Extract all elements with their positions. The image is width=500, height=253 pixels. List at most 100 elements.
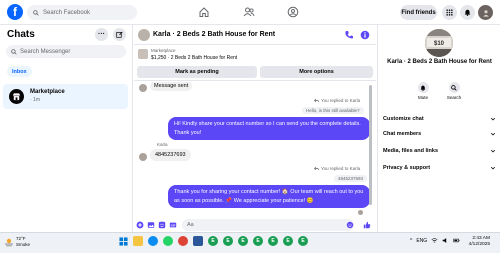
menu-grid-button[interactable] — [442, 5, 457, 20]
plus-circle-icon[interactable] — [136, 221, 144, 229]
bell-icon — [417, 82, 429, 93]
search-icon — [448, 82, 460, 93]
weather-widget[interactable]: 72°F Smoke — [4, 236, 30, 248]
reply-arrow-icon — [314, 98, 319, 103]
mute-action[interactable]: Mute — [408, 82, 438, 100]
contact-avatar-small — [139, 84, 147, 92]
chrome-icon[interactable] — [178, 236, 188, 246]
reply-indicator: You replied to Karla — [314, 166, 360, 171]
chevron-down-icon — [490, 117, 496, 121]
message-thread: Message sent You replied to Karla Hello,… — [134, 82, 376, 218]
gif-icon[interactable]: GIF — [169, 221, 177, 229]
windows-taskbar: 72°F Smoke E E E E E E E ^ ENG 2:43 AM 4… — [0, 232, 500, 253]
emoji-icon[interactable] — [346, 221, 354, 229]
clock-date: 4/12/2025 — [468, 242, 490, 248]
thumbs-up-icon[interactable] — [363, 221, 371, 229]
row-label: Customize chat — [383, 116, 424, 122]
grid-icon — [446, 9, 453, 16]
incoming-message[interactable]: Message sent — [150, 82, 193, 91]
incoming-message[interactable]: 4845237693 — [150, 149, 191, 161]
outgoing-message[interactable]: Thank you for sharing your contact numbe… — [168, 185, 370, 209]
facebook-search-input[interactable]: Search Facebook — [27, 5, 137, 20]
svg-text:GIF: GIF — [171, 223, 176, 227]
search-icon — [33, 9, 39, 16]
more-options-button[interactable]: More options — [260, 66, 373, 78]
search-label: Search — [446, 95, 462, 100]
language-indicator[interactable]: ENG — [416, 238, 427, 244]
edge-profile-icon-1[interactable]: E — [208, 236, 218, 246]
row-label: Privacy & support — [383, 165, 431, 171]
seen-indicator-avatar — [358, 210, 363, 215]
conversation-title[interactable]: Karla · 2 Beds 2 Bath House for Rent — [153, 31, 275, 38]
info-icon[interactable] — [360, 30, 370, 40]
outgoing-message[interactable]: Hi! Kindly share your contact number so … — [168, 117, 370, 141]
new-message-button[interactable] — [113, 28, 126, 41]
row-label: Media, files and links — [383, 148, 439, 154]
chat-options-button[interactable]: ··· — [95, 28, 108, 41]
contact-name: Karla · 2 Beds 2 Bath House for Rent — [387, 59, 492, 65]
contact-avatar[interactable] — [138, 29, 150, 41]
profile-avatar-button[interactable] — [478, 5, 493, 20]
more-dots-icon: ··· — [98, 31, 105, 38]
inbox-tab[interactable]: Inbox — [7, 66, 32, 77]
contact-large-avatar[interactable]: $10 — [425, 29, 453, 57]
thread-scrollbar[interactable] — [369, 85, 372, 205]
store-icon — [9, 89, 24, 104]
media-files-links-row[interactable]: Media, files and links — [383, 145, 496, 157]
weather-desc: Smoke — [16, 241, 31, 247]
avatar-price-text: $10 — [434, 41, 445, 47]
chats-title: Chats — [7, 29, 35, 40]
message-input[interactable]: Aa — [182, 219, 354, 231]
wifi-icon[interactable] — [431, 237, 438, 244]
quoted-message[interactable]: 4845237693 — [334, 175, 368, 182]
chat-timestamp: · 1m — [30, 97, 40, 103]
chat-members-row[interactable]: Chat members — [383, 128, 496, 140]
edge-profile-icon-2[interactable]: E — [223, 236, 233, 246]
edge-browser-icon[interactable] — [148, 236, 158, 246]
chevron-up-icon[interactable]: ^ — [410, 238, 412, 244]
edge-profile-icon-5[interactable]: E — [268, 236, 278, 246]
volume-icon[interactable] — [442, 237, 449, 244]
listing-thumbnail — [138, 49, 148, 59]
sticker-icon[interactable] — [158, 221, 166, 229]
groups-icon[interactable] — [287, 6, 299, 18]
chevron-down-icon — [490, 149, 496, 153]
edge-profile-icon-6[interactable]: E — [283, 236, 293, 246]
notifications-button[interactable] — [460, 5, 475, 20]
row-label: Chat members — [383, 131, 422, 137]
edge-profile-icon-7[interactable]: E — [298, 236, 308, 246]
privacy-support-row[interactable]: Privacy & support — [383, 162, 496, 174]
windows-start-icon[interactable] — [118, 236, 128, 246]
system-tray: ^ ENG — [410, 237, 460, 244]
find-friends-button[interactable]: Find friends — [400, 5, 437, 20]
home-icon[interactable] — [198, 6, 210, 18]
search-placeholder: Search Messenger — [20, 48, 71, 55]
mark-as-pending-button[interactable]: Mark as pending — [137, 66, 257, 78]
image-icon[interactable] — [147, 221, 155, 229]
listing-title[interactable]: $1,250 · 2 Beds 2 Bath House for Rent — [151, 55, 237, 61]
reply-indicator: You replied to Karla — [314, 98, 360, 103]
search-placeholder: Search Facebook — [43, 9, 91, 16]
bell-icon — [464, 9, 471, 16]
chat-list-item-marketplace[interactable]: Marketplace · 1m — [3, 84, 128, 109]
messenger-search-input[interactable]: Search Messenger — [6, 45, 126, 58]
search-action[interactable]: Search — [439, 82, 469, 100]
chats-sidebar: Chats ··· Search Messenger Inbox Marketp… — [0, 25, 133, 232]
battery-icon[interactable] — [453, 237, 460, 244]
conversation-info-panel: $10 Karla · 2 Beds 2 Bath House for Rent… — [377, 25, 500, 232]
phone-call-icon[interactable] — [344, 30, 354, 40]
top-navigation-bar: f Search Facebook Find friends — [0, 0, 500, 25]
edge-profile-icon-4[interactable]: E — [253, 236, 263, 246]
file-explorer-icon[interactable] — [133, 236, 143, 246]
friends-icon[interactable] — [243, 6, 255, 18]
contact-avatar-small — [139, 153, 147, 161]
whatsapp-icon[interactable] — [163, 236, 173, 246]
system-clock[interactable]: 2:43 AM 4/12/2025 — [466, 236, 490, 249]
taskbar-apps: E E E E E E E — [118, 236, 308, 246]
customize-chat-row[interactable]: Customize chat — [383, 113, 496, 125]
mute-label: Mute — [417, 95, 428, 100]
edge-profile-icon-3[interactable]: E — [238, 236, 248, 246]
word-icon[interactable] — [193, 236, 203, 246]
quoted-message[interactable]: Hello, is this still available? — [302, 107, 364, 114]
facebook-logo[interactable]: f — [7, 4, 23, 20]
